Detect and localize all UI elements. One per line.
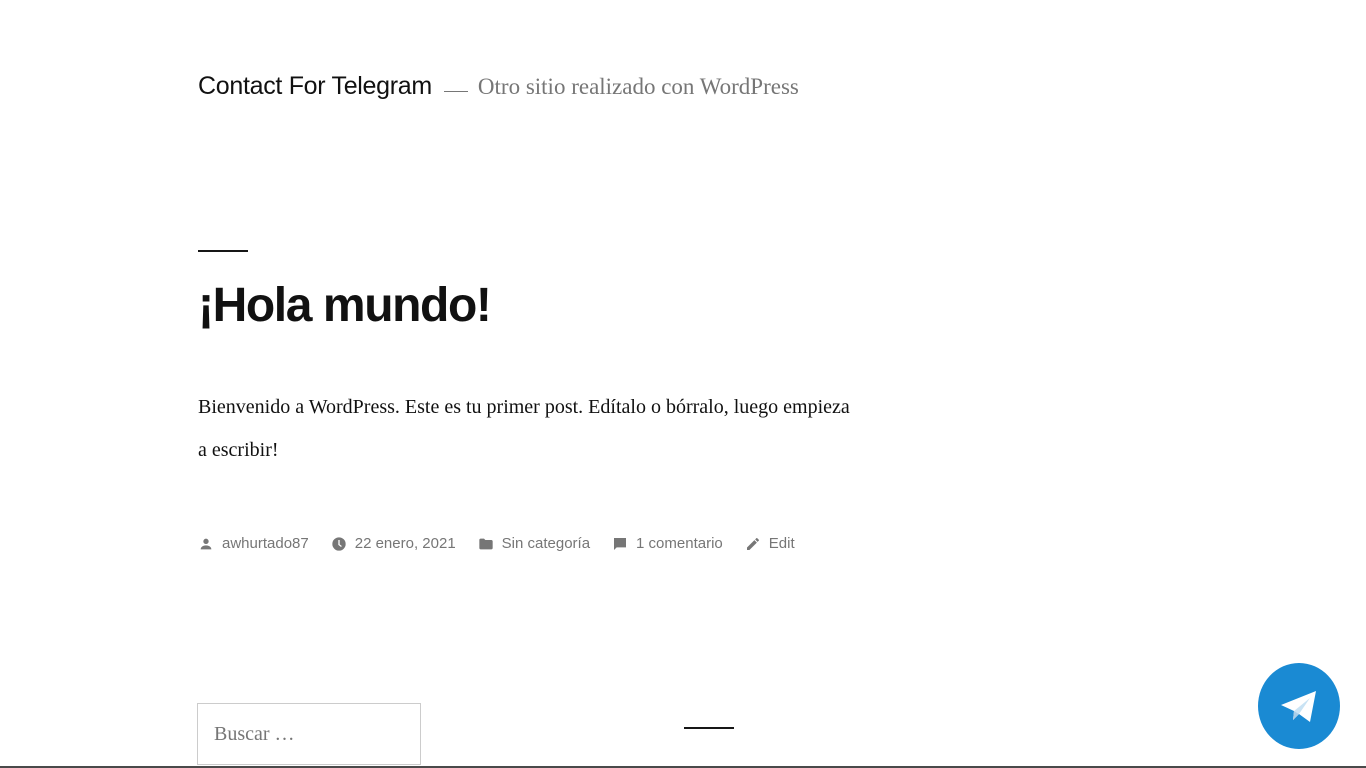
meta-date: 22 enero, 2021 bbox=[331, 535, 456, 552]
comment-icon bbox=[614, 537, 627, 550]
date-link[interactable]: 22 enero, 2021 bbox=[355, 535, 456, 552]
post-meta: awhurtado87 22 enero, 2021 Sin categoría… bbox=[198, 535, 817, 552]
pencil-icon bbox=[746, 537, 759, 550]
folder-icon bbox=[478, 538, 493, 549]
site-description: Otro sitio realizado con WordPress bbox=[477, 74, 799, 99]
site-title-separator bbox=[443, 90, 468, 92]
comments-link[interactable]: 1 comentario bbox=[636, 535, 723, 552]
author-link[interactable]: awhurtado87 bbox=[222, 535, 309, 552]
category-link[interactable]: Sin categoría bbox=[502, 535, 590, 552]
telegram-chat-button[interactable] bbox=[1258, 663, 1340, 749]
widget-divider bbox=[684, 727, 734, 729]
post-content: Bienvenido a WordPress. Este es tu prime… bbox=[198, 396, 850, 461]
meta-category: Sin categoría bbox=[478, 535, 590, 552]
meta-author: awhurtado87 bbox=[198, 535, 309, 552]
person-icon bbox=[200, 538, 212, 549]
site-header: Contact For Telegram Otro sitio realizado… bbox=[198, 72, 799, 101]
title-divider bbox=[198, 250, 248, 252]
post-title[interactable]: ¡Hola mundo! bbox=[198, 278, 492, 333]
meta-comments: 1 comentario bbox=[612, 535, 723, 552]
search-input[interactable] bbox=[197, 703, 421, 765]
edit-link[interactable]: Edit bbox=[769, 535, 795, 552]
telegram-icon bbox=[1281, 691, 1316, 722]
site-title-link[interactable]: Contact For Telegram bbox=[198, 72, 432, 100]
meta-edit: Edit bbox=[745, 535, 795, 552]
clock-icon bbox=[332, 536, 346, 551]
